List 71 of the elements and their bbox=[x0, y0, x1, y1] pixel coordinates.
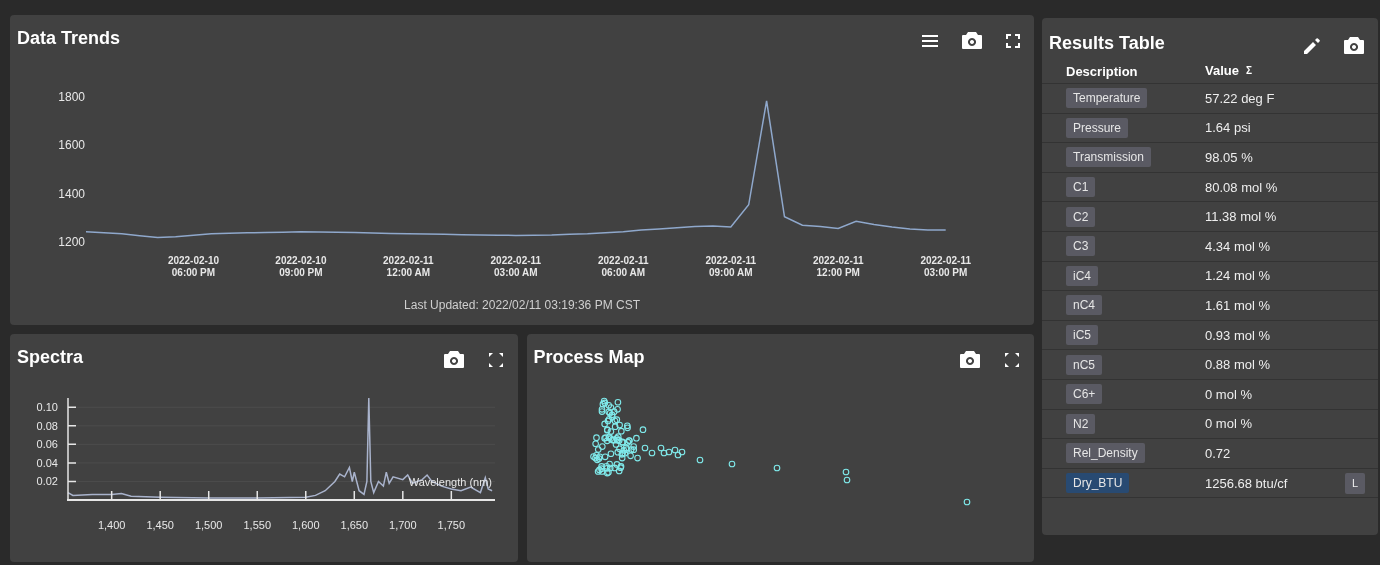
menu-icon[interactable] bbox=[922, 34, 938, 47]
parameter-label[interactable]: nC5 bbox=[1066, 354, 1102, 375]
value-text: 1.24 mol % bbox=[1205, 268, 1271, 284]
column-header[interactable]: Value bbox=[1205, 63, 1239, 78]
column-header[interactable]: Description bbox=[1066, 63, 1138, 79]
value-text: 0 mol % bbox=[1205, 386, 1252, 402]
value-text: 57.22 deg F bbox=[1205, 90, 1275, 106]
sum-symbol[interactable]: Σ bbox=[1245, 65, 1252, 76]
camera-icon[interactable] bbox=[1344, 37, 1364, 54]
edit-icon[interactable] bbox=[1304, 37, 1320, 54]
value-text: 1.64 psi bbox=[1205, 120, 1251, 136]
axis-tick-label: 2022-02-10 09:00 PM bbox=[275, 255, 327, 278]
parameter-label[interactable]: N2 bbox=[1066, 413, 1096, 434]
parameter-label[interactable]: C6+ bbox=[1066, 384, 1103, 405]
axis-tick-label: 2022-02-11 12:00 AM bbox=[383, 255, 434, 278]
axis-tick-label: 0.06 bbox=[36, 438, 58, 451]
parameter-label[interactable]: Transmission bbox=[1066, 147, 1151, 168]
panel-title: Process Map bbox=[533, 346, 645, 369]
parameter-label[interactable]: Pressure bbox=[1066, 117, 1129, 138]
expand-icon[interactable] bbox=[487, 351, 504, 368]
value-text: 0 mol % bbox=[1205, 416, 1252, 432]
panel-title: Results Table bbox=[1049, 32, 1165, 55]
axis-tick-label: 1,500 bbox=[194, 519, 223, 531]
fullscreen-icon[interactable] bbox=[1006, 33, 1020, 48]
value-text: 0.88 mol % bbox=[1205, 357, 1271, 373]
axis-tick-label: 0.10 bbox=[36, 401, 58, 414]
flag-button[interactable]: L bbox=[1345, 472, 1365, 494]
axis-tick-label: 0.08 bbox=[36, 419, 58, 432]
parameter-label[interactable]: Rel_Density bbox=[1066, 443, 1145, 464]
axis-tick-label: 1,400 bbox=[97, 519, 126, 531]
parameter-label[interactable]: iC5 bbox=[1066, 325, 1098, 346]
axis-tick-label: 2022-02-11 06:00 AM bbox=[598, 255, 649, 278]
parameter-label[interactable]: nC4 bbox=[1066, 295, 1102, 316]
panel-title: Data Trends bbox=[17, 27, 121, 50]
axis-tick-label: 2022-02-11 09:00 AM bbox=[705, 255, 757, 278]
value-text: 1256.68 btu/cf bbox=[1205, 475, 1288, 491]
camera-icon[interactable] bbox=[962, 32, 982, 49]
axis-tick-label: 1400 bbox=[58, 186, 85, 201]
axis-tick-label: 1,450 bbox=[146, 519, 174, 531]
axis-tick-label: 1,600 bbox=[292, 519, 320, 531]
value-text: 80.08 mol % bbox=[1205, 179, 1278, 195]
camera-icon[interactable] bbox=[960, 351, 980, 368]
parameter-label[interactable]: C3 bbox=[1066, 236, 1096, 257]
axis-tick-label: 2022-02-11 03:00 AM bbox=[490, 255, 542, 278]
axis-tick-label: 1,650 bbox=[340, 519, 369, 531]
camera-icon[interactable] bbox=[443, 351, 464, 368]
axis-tick-label: 1800 bbox=[58, 90, 85, 104]
axis-tick-label: 0.02 bbox=[36, 475, 58, 488]
parameter-label[interactable]: Temperature bbox=[1066, 88, 1148, 109]
value-text: 0.72 bbox=[1205, 445, 1231, 461]
axis-tick-label: 1600 bbox=[58, 138, 85, 153]
axis-tick-label: 0.04 bbox=[36, 456, 58, 469]
expand-icon[interactable] bbox=[1004, 351, 1020, 368]
axis-tick-label: 1,550 bbox=[243, 519, 271, 531]
axis-tick-label: 2022-02-10 06:00 PM bbox=[167, 255, 220, 278]
parameter-label[interactable]: Dry_BTU bbox=[1066, 473, 1130, 493]
axis-tick-label: 2022-02-11 12:00 PM bbox=[812, 255, 864, 278]
parameter-label[interactable]: C2 bbox=[1066, 206, 1096, 227]
parameter-label[interactable]: iC4 bbox=[1066, 265, 1098, 286]
axis-tick-label: 1,700 bbox=[389, 519, 417, 531]
axis-tick-label: 1,750 bbox=[437, 519, 466, 531]
panel-title: Spectra bbox=[17, 346, 84, 369]
value-text: 1.61 mol % bbox=[1205, 297, 1271, 313]
last-updated-text: Last Updated: 2022/02/11 03:19:36 PM CST bbox=[404, 298, 640, 312]
value-text: 0.93 mol % bbox=[1205, 327, 1271, 343]
axis-tick-label: 1200 bbox=[58, 235, 85, 249]
value-text: 4.34 mol % bbox=[1205, 238, 1271, 254]
value-text: 11.38 mol % bbox=[1205, 209, 1277, 225]
parameter-label[interactable]: C1 bbox=[1066, 177, 1096, 198]
value-text: 98.05 % bbox=[1205, 150, 1253, 165]
axis-tick-label: 2022-02-11 03:00 PM bbox=[920, 255, 971, 278]
